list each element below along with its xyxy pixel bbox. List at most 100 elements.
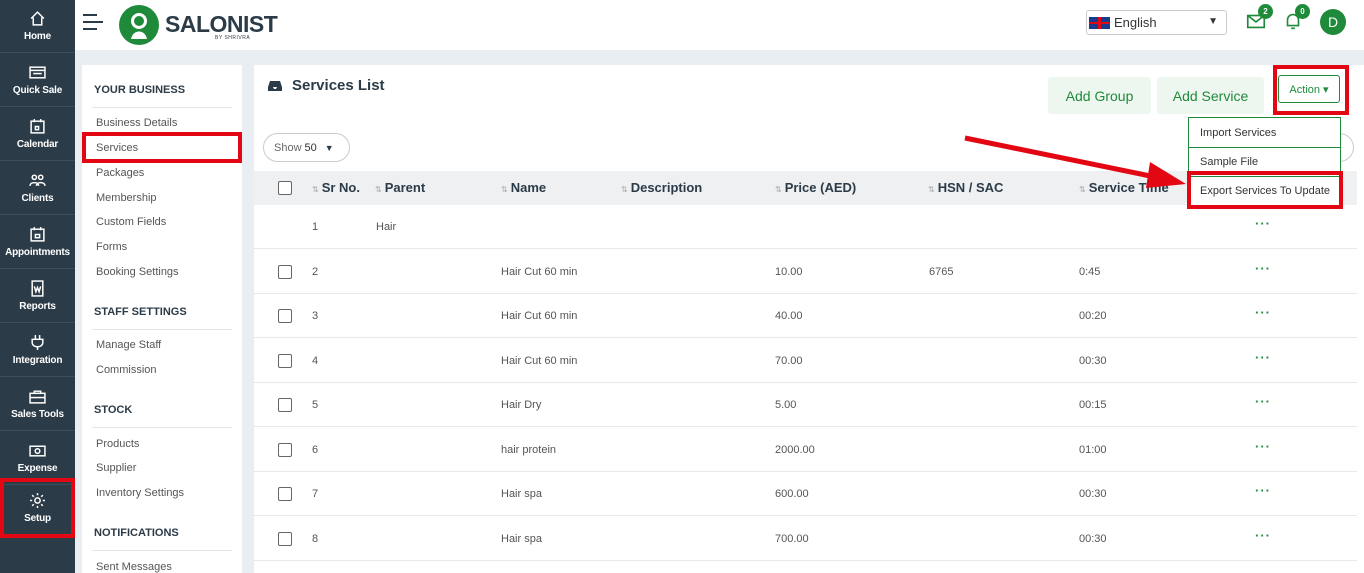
table-row: 8 Hair spa 700.00 00:30 ··· [254, 517, 1357, 561]
row-checkbox[interactable] [278, 442, 292, 457]
avatar[interactable]: D [1320, 9, 1346, 35]
table-row: 6 hair protein 2000.00 01:00 ··· [254, 428, 1357, 472]
cell-price: 2000.00 [775, 443, 815, 456]
section-stock: STOCK [94, 404, 133, 416]
settings-item-products[interactable]: Products [96, 438, 139, 450]
notifications-button[interactable]: 0 [1282, 4, 1310, 34]
row-checkbox[interactable] [278, 309, 292, 323]
cell-sr: 3 [312, 310, 319, 322]
menu-toggle-icon[interactable] [83, 12, 103, 34]
divider [92, 427, 232, 428]
cell-time: 01:00 [1079, 443, 1107, 456]
services-highlight-box [82, 132, 242, 163]
table-row: 1 Hair ··· [254, 205, 1357, 249]
sort-icon: ⇅ [775, 185, 782, 194]
row-options-icon[interactable]: ··· [1255, 394, 1271, 409]
report-icon [31, 280, 44, 297]
col-parent[interactable]: ⇅ Parent [375, 180, 425, 195]
row-checkbox[interactable] [278, 264, 292, 279]
page-title-text: Services List [292, 77, 385, 94]
section-notifications: NOTIFICATIONS [94, 527, 179, 539]
cell-sr: 7 [312, 488, 319, 500]
cell-time: 00:15 [1079, 399, 1107, 411]
settings-item-manage-staff[interactable]: Manage Staff [96, 339, 161, 351]
settings-item-booking-settings[interactable]: Booking Settings [96, 266, 179, 278]
nav-quick-sale[interactable]: Quick Sale [0, 54, 75, 107]
row-options-icon[interactable]: ··· [1255, 305, 1271, 320]
cell-sr: 6 [312, 443, 319, 456]
table-row: 3 Hair Cut 60 min 40.00 00:20 ··· [254, 294, 1357, 338]
table-row: 2 Hair Cut 60 min 10.00 6765 0:45 ··· [254, 250, 1357, 294]
divider [92, 329, 232, 330]
brand-subtitle: BY SHRIVRA [215, 35, 251, 41]
col-description[interactable]: ⇅ Description [621, 180, 702, 195]
settings-item-forms[interactable]: Forms [96, 241, 127, 253]
nav-clients[interactable]: Clients [0, 162, 75, 215]
row-options-icon[interactable]: ··· [1255, 350, 1271, 365]
nav-setup[interactable]: Setup [0, 478, 75, 538]
menu-import-services[interactable]: Import Services [1189, 118, 1340, 147]
nav-label: Expense [17, 463, 58, 474]
sort-icon: ⇅ [928, 185, 935, 194]
col-name[interactable]: ⇅ Name [501, 180, 546, 195]
col-label: Name [510, 180, 547, 195]
cell-time: 00:30 [1079, 354, 1107, 367]
divider [92, 550, 232, 551]
nav-appointments[interactable]: Appointments [0, 216, 75, 269]
action-highlight-box [1273, 65, 1349, 115]
page-size-select[interactable]: Show 50 ▼ [263, 133, 350, 162]
cell-hsn: 6765 [929, 265, 954, 278]
nav-sales-tools[interactable]: Sales Tools [0, 378, 75, 431]
add-service-button[interactable]: Add Service [1157, 77, 1264, 114]
nav-label: Appointments [5, 247, 70, 258]
language-select[interactable]: English ▼ [1086, 10, 1227, 35]
sort-icon: ⇅ [375, 185, 382, 194]
row-checkbox[interactable] [278, 531, 292, 546]
cell-name: Hair Cut 60 min [501, 310, 578, 322]
row-options-icon[interactable]: ··· [1255, 261, 1271, 276]
brand-name: SALONIST [165, 11, 278, 37]
nav-integration[interactable]: Integration [0, 324, 75, 377]
row-options-icon[interactable]: ··· [1255, 483, 1271, 498]
cell-name: Hair Dry [501, 399, 542, 411]
cell-price: 10.00 [775, 265, 803, 278]
nav-reports[interactable]: Reports [0, 270, 75, 323]
settings-item-commission[interactable]: Commission [96, 364, 157, 376]
row-options-icon[interactable]: ··· [1255, 439, 1271, 454]
cell-time: 00:20 [1079, 310, 1107, 322]
clients-icon [29, 174, 46, 186]
calendar-icon [30, 119, 45, 134]
select-all-checkbox[interactable] [278, 181, 292, 195]
chevron-down-icon: ▼ [1208, 16, 1218, 27]
cell-time: 0:45 [1079, 265, 1101, 278]
messages-button[interactable]: 2 [1245, 4, 1273, 34]
settings-item-packages[interactable]: Packages [96, 167, 144, 179]
search-input[interactable] [1339, 133, 1354, 162]
section-your-business: YOUR BUSINESS [94, 84, 186, 96]
add-group-button[interactable]: Add Group [1048, 77, 1151, 114]
settings-item-membership[interactable]: Membership [96, 192, 157, 204]
col-label: Parent [384, 180, 426, 195]
row-options-icon[interactable]: ··· [1255, 528, 1271, 543]
row-checkbox[interactable] [278, 353, 292, 368]
row-checkbox[interactable] [278, 487, 292, 501]
cell-price: 70.00 [775, 354, 803, 367]
nav-label: Quick Sale [12, 85, 63, 96]
row-options-icon[interactable]: ··· [1255, 216, 1271, 231]
col-sr-no[interactable]: ⇅ Sr No. [312, 180, 360, 195]
nav-calendar[interactable]: Calendar [0, 108, 75, 161]
row-checkbox[interactable] [278, 398, 292, 412]
settings-item-business-details[interactable]: Business Details [96, 117, 177, 129]
cell-price: 600.00 [775, 488, 809, 500]
settings-item-custom-fields[interactable]: Custom Fields [96, 216, 166, 228]
gear-icon [30, 492, 45, 508]
settings-item-inventory-settings[interactable]: Inventory Settings [96, 487, 184, 499]
table-row: 4 Hair Cut 60 min 70.00 00:30 ··· [254, 339, 1357, 383]
export-highlight-box [1187, 171, 1343, 209]
nav-home[interactable]: Home [0, 0, 75, 53]
table-row: 5 Hair Dry 5.00 00:15 ··· [254, 383, 1357, 427]
sort-icon: ⇅ [501, 185, 508, 194]
col-price[interactable]: ⇅ Price (AED) [775, 180, 856, 195]
settings-item-supplier[interactable]: Supplier [96, 462, 136, 474]
settings-item-sent-messages[interactable]: Sent Messages [96, 561, 172, 573]
